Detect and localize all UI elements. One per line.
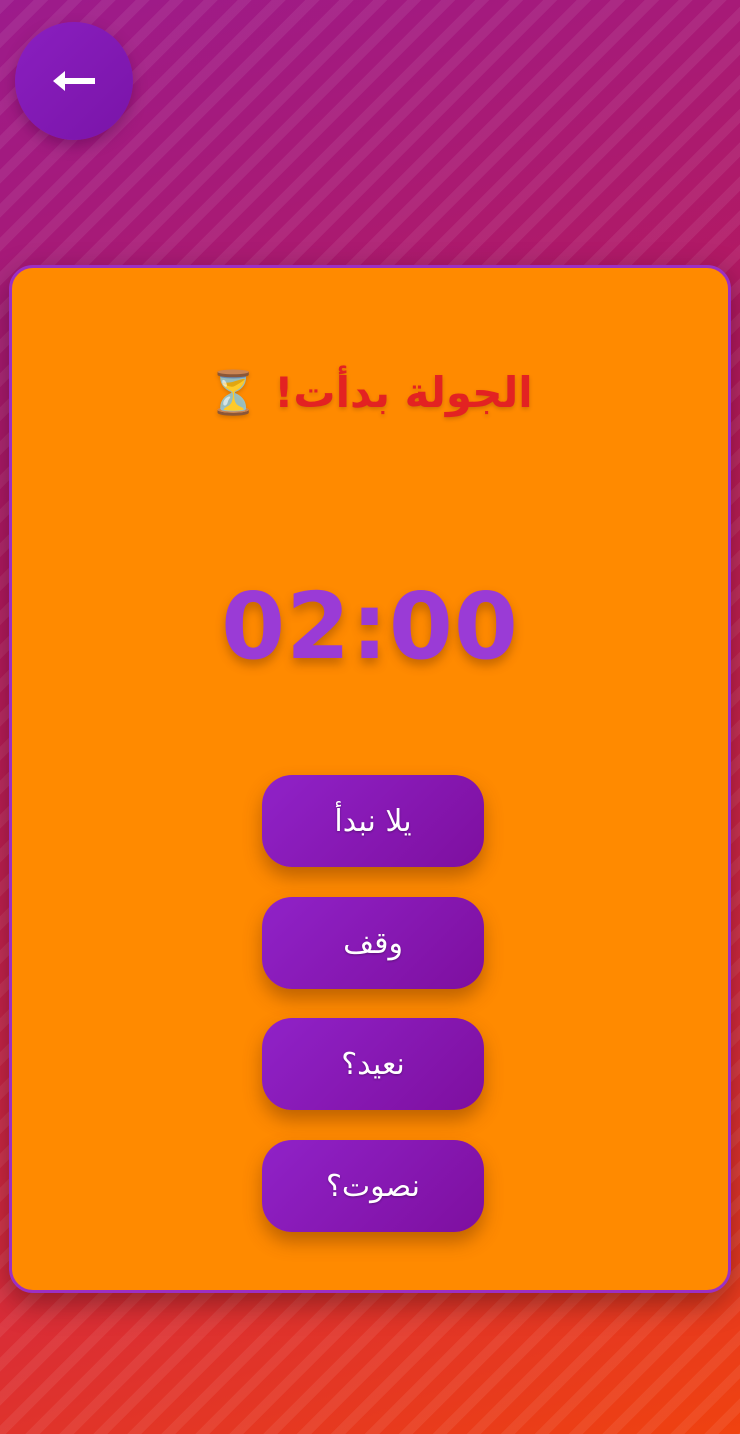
stop-button[interactable]: وقف	[262, 897, 484, 989]
hourglass-icon: ⏳	[207, 368, 260, 417]
countdown-timer: 02:00	[221, 573, 519, 680]
round-title: الجولة بدأت! ⏳	[12, 368, 728, 418]
restart-button[interactable]: نعيد؟	[262, 1018, 484, 1110]
vote-button[interactable]: نصوت؟	[262, 1140, 484, 1232]
game-card: الجولة بدأت! ⏳ 02:00 يلا نبدأ وقف نعيد؟ …	[9, 265, 731, 1293]
start-button[interactable]: يلا نبدأ	[262, 775, 484, 867]
arrow-left-icon	[53, 71, 95, 91]
back-button[interactable]	[15, 22, 133, 140]
round-title-text: الجولة بدأت!	[274, 368, 533, 417]
